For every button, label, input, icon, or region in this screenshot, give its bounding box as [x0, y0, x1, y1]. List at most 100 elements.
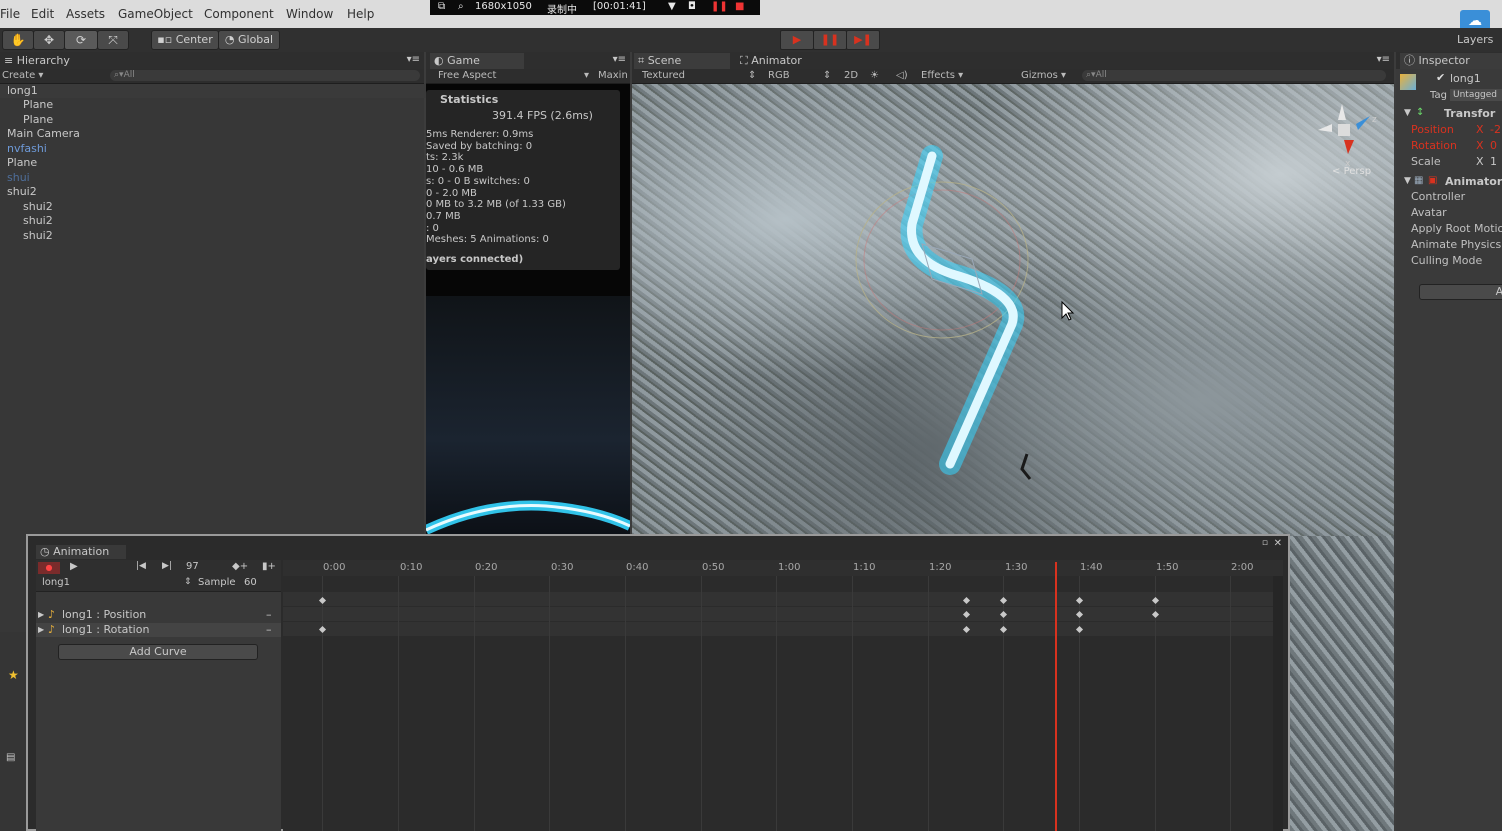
- scene-tab[interactable]: ⌗ Scene: [634, 53, 730, 69]
- pause-button[interactable]: ❚❚: [813, 30, 847, 50]
- global-toggle-button[interactable]: ◔ Global: [218, 30, 280, 50]
- transform-header[interactable]: Transfor: [1444, 107, 1495, 120]
- hierarchy-item[interactable]: Plane: [0, 156, 431, 170]
- hierarchy-item[interactable]: shui2: [0, 214, 447, 228]
- scene-viewport[interactable]: z x < Persp: [632, 84, 1394, 536]
- game-tab[interactable]: ◐ Game: [430, 53, 524, 69]
- 2d-toggle[interactable]: 2D: [844, 69, 858, 83]
- maximize-toggle[interactable]: Maxin: [598, 69, 628, 83]
- close-icon[interactable]: ✕: [1274, 538, 1282, 549]
- add-keyframe-button[interactable]: ◆+: [232, 561, 248, 572]
- move-tool-button[interactable]: ✥: [33, 30, 65, 50]
- hierarchy-search-input[interactable]: ⌕▾All: [110, 70, 420, 81]
- hierarchy-tab[interactable]: ≡ Hierarchy: [0, 53, 70, 69]
- effects-dropdown[interactable]: Effects ▾: [921, 69, 963, 83]
- expand-arrow-icon[interactable]: ▶: [38, 608, 44, 622]
- tag-label: Tag: [1430, 90, 1447, 101]
- tag-dropdown[interactable]: Untagged: [1450, 89, 1502, 101]
- expand-arrow-icon[interactable]: ▶: [38, 623, 44, 637]
- curve-icon: ♪: [48, 608, 56, 621]
- menu-component[interactable]: Component: [204, 7, 274, 21]
- animator-tab-label: Animator: [751, 54, 802, 67]
- game-tab-label: Game: [447, 54, 480, 67]
- position-label: Position: [1411, 123, 1454, 136]
- dopesheet[interactable]: [283, 560, 1283, 831]
- next-keyframe-button[interactable]: ▶|: [162, 561, 172, 571]
- recorder-resolution: 1680x1050: [475, 1, 532, 12]
- panel-menu-icon[interactable]: ▾≡: [1377, 54, 1390, 65]
- dropdown-icon[interactable]: ▼: [668, 1, 676, 12]
- persp-label[interactable]: < Persp: [1332, 166, 1371, 177]
- window-icon[interactable]: ⧉: [438, 1, 445, 12]
- scene-gizmo[interactable]: z x: [1312, 102, 1382, 168]
- record-button[interactable]: ●: [38, 562, 60, 574]
- zoom-icon[interactable]: ⌕: [458, 1, 464, 12]
- hierarchy-item[interactable]: long1: [0, 84, 431, 98]
- expand-arrow-icon[interactable]: ▼: [1404, 176, 1411, 186]
- position-x-field[interactable]: -2: [1490, 123, 1501, 136]
- inspector-tab[interactable]: ⓘ Inspector: [1400, 53, 1502, 69]
- pause-icon[interactable]: ❚❚: [711, 1, 728, 12]
- menu-assets[interactable]: Assets: [66, 7, 105, 21]
- rotate-tool-button[interactable]: ⟳: [64, 30, 98, 50]
- camera-icon[interactable]: ◘: [688, 1, 696, 12]
- maximize-icon[interactable]: ▫: [1262, 538, 1268, 548]
- animation-tab[interactable]: ◷ Animation: [36, 545, 126, 559]
- add-curve-button[interactable]: Add Curve: [58, 644, 258, 660]
- stop-icon[interactable]: ■: [735, 1, 744, 12]
- layers-label[interactable]: Layers: [1457, 33, 1493, 46]
- scene-search-input[interactable]: ⌕▾All: [1082, 70, 1386, 81]
- create-dropdown[interactable]: Create ▾: [2, 69, 43, 83]
- curve-row-rotation[interactable]: ▶ ♪ long1 : Rotation –: [36, 623, 281, 637]
- hierarchy-item[interactable]: Main Camera: [0, 127, 431, 141]
- frame-field[interactable]: 97: [186, 561, 199, 572]
- shading-dropdown[interactable]: Textured: [642, 69, 685, 83]
- menu-edit[interactable]: Edit: [31, 7, 54, 21]
- hierarchy-item[interactable]: Plane: [0, 98, 447, 112]
- play-anim-button[interactable]: ▶: [70, 561, 78, 572]
- sample-field[interactable]: 60: [244, 577, 257, 588]
- curve-remove-button[interactable]: –: [266, 608, 272, 622]
- aspect-dropdown[interactable]: Free Aspect: [438, 69, 496, 83]
- rotation-x-field[interactable]: 0: [1490, 139, 1497, 152]
- timeline-scrollbar[interactable]: [1273, 576, 1283, 831]
- gizmos-dropdown[interactable]: Gizmos ▾: [1021, 69, 1066, 83]
- active-checkbox[interactable]: ✔: [1436, 71, 1445, 84]
- hierarchy-item[interactable]: nvfashi: [0, 142, 431, 156]
- hand-tool-button[interactable]: ✋: [2, 30, 34, 50]
- panel-menu-icon[interactable]: ▾≡: [613, 54, 626, 65]
- folder-icon[interactable]: ▤: [6, 752, 15, 763]
- step-button[interactable]: ▶❚: [846, 30, 880, 50]
- hierarchy-item[interactable]: Plane: [0, 113, 447, 127]
- playhead[interactable]: [1055, 562, 1057, 831]
- expand-arrow-icon[interactable]: ▼: [1404, 108, 1411, 118]
- object-name-field[interactable]: long1: [1450, 72, 1481, 85]
- animator-tab[interactable]: ⛶ Animator: [736, 53, 802, 69]
- add-component-button[interactable]: Ad: [1419, 284, 1502, 300]
- panel-menu-icon[interactable]: ▾≡: [407, 54, 420, 65]
- animator-header[interactable]: Animator: [1445, 175, 1502, 188]
- lighting-icon[interactable]: ☀: [870, 69, 879, 83]
- hierarchy-item[interactable]: shui: [0, 171, 431, 185]
- clip-dropdown[interactable]: long1: [42, 577, 70, 588]
- rgb-dropdown[interactable]: RGB: [768, 69, 790, 83]
- animator-enable-checkbox[interactable]: ▣: [1428, 175, 1437, 186]
- play-button[interactable]: ▶: [780, 30, 814, 50]
- hierarchy-item[interactable]: shui2: [0, 229, 447, 243]
- menu-gameobject[interactable]: GameObject: [118, 7, 193, 21]
- menu-file[interactable]: File: [0, 7, 20, 21]
- hierarchy-item[interactable]: shui2: [0, 185, 431, 199]
- add-event-button[interactable]: ▮+: [262, 561, 276, 572]
- prev-keyframe-button[interactable]: |◀: [136, 561, 146, 571]
- hierarchy-item[interactable]: shui2: [0, 200, 447, 214]
- curve-row-position[interactable]: ▶ ♪ long1 : Position –: [36, 608, 281, 622]
- scale-x-field[interactable]: 1: [1490, 155, 1497, 168]
- favorites-star-icon[interactable]: ★: [8, 668, 19, 682]
- grid-line: [1230, 576, 1231, 831]
- curve-remove-button[interactable]: –: [266, 623, 272, 637]
- menu-help[interactable]: Help: [347, 7, 374, 21]
- menu-window[interactable]: Window: [286, 7, 333, 21]
- audio-icon[interactable]: ◁): [896, 69, 908, 83]
- scale-tool-button[interactable]: ⤧: [97, 30, 129, 50]
- pivot-center-button[interactable]: ▪▫ Center: [151, 30, 219, 50]
